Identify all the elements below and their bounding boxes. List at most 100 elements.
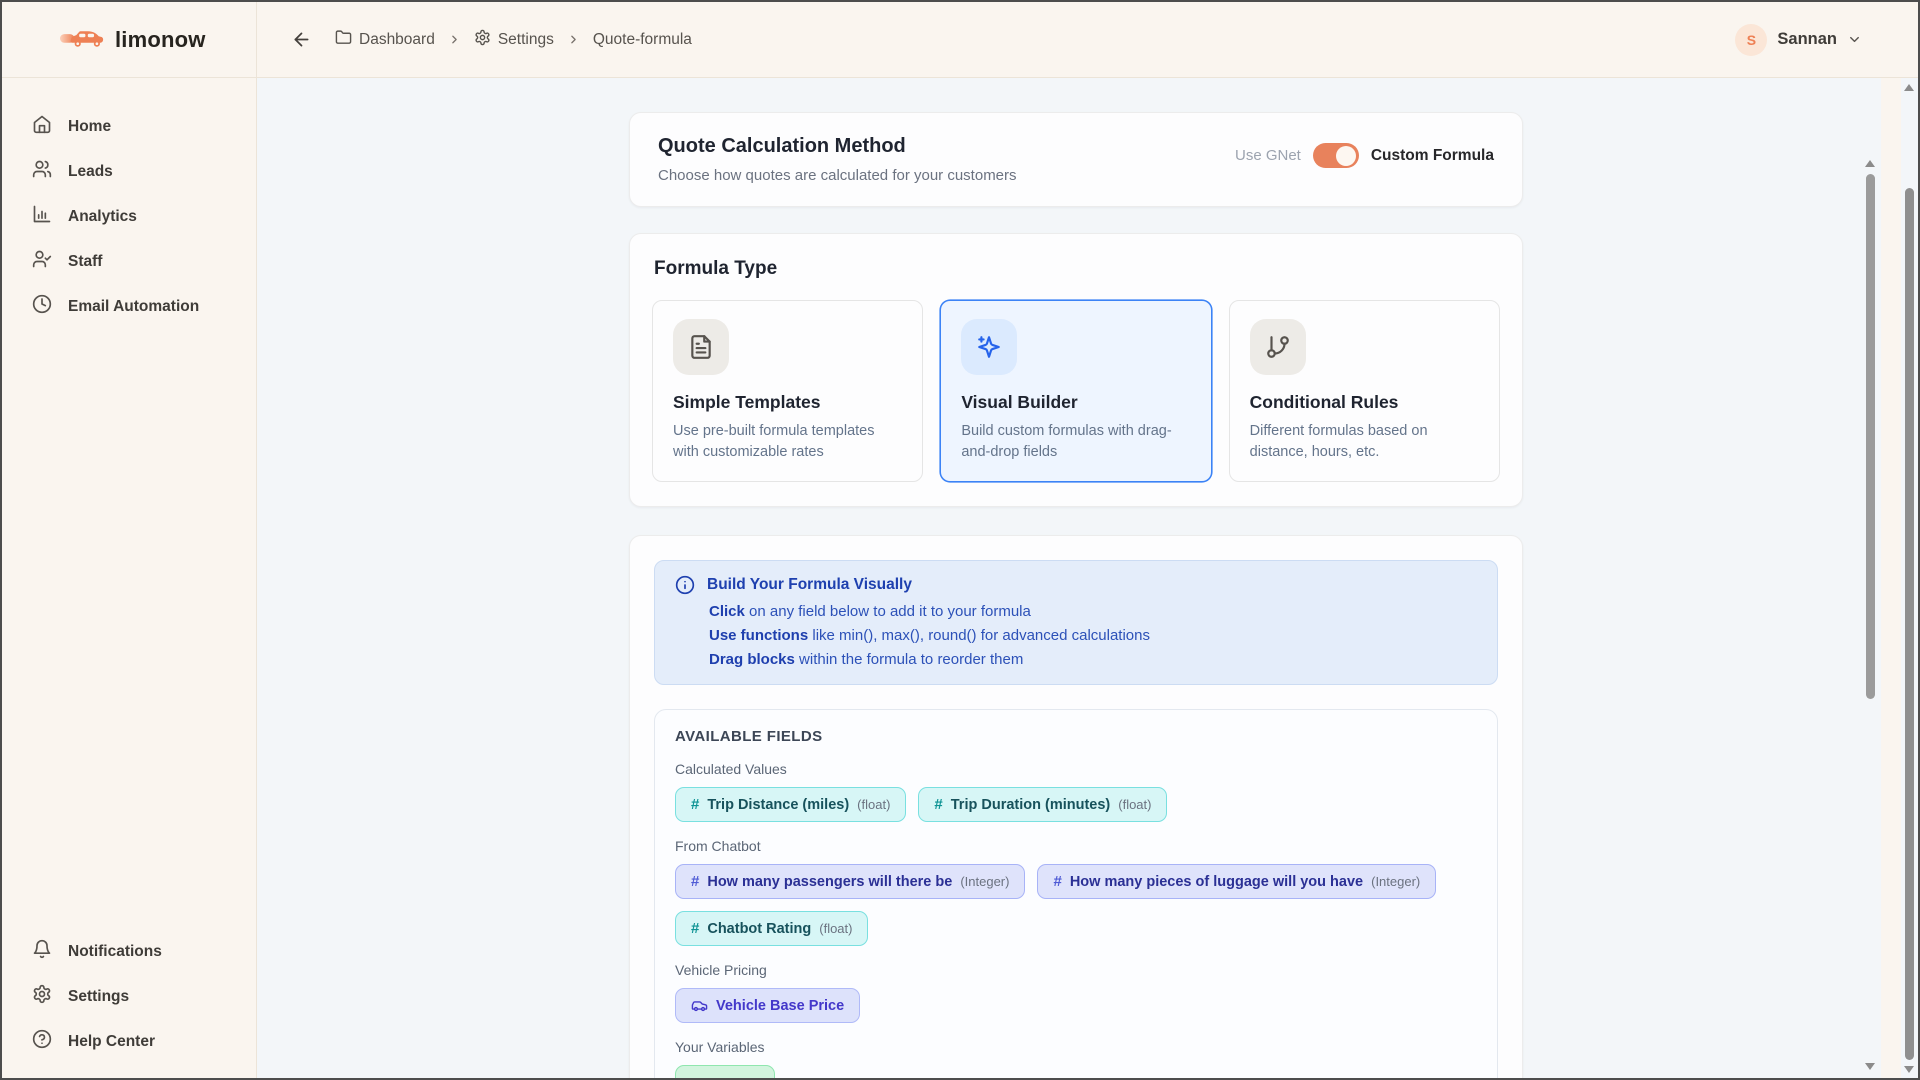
field-chip-luggage[interactable]: # How many pieces of luggage will you ha… [1037,864,1436,899]
option-name: Simple Templates [673,392,902,413]
chip-type: (float) [1118,797,1151,812]
quote-method-toggle[interactable] [1313,143,1359,168]
main-content: Quote Calculation Method Choose how quot… [257,78,1918,1078]
back-button[interactable] [291,29,312,50]
sidebar-item-home[interactable]: Home [2,104,256,149]
option-simple-templates[interactable]: Simple Templates Use pre-built formula t… [652,300,923,482]
field-chip-trip-duration[interactable]: # Trip Duration (minutes) (float) [918,787,1167,822]
file-text-icon [673,319,729,375]
folder-icon [335,29,352,51]
scroll-down-arrow-icon[interactable] [1865,1063,1875,1070]
breadcrumb-label: Dashboard [359,31,435,49]
builder-tip: Use functions like min(), max(), round()… [709,627,1477,644]
option-visual-builder[interactable]: Visual Builder Build custom formulas wit… [940,300,1211,482]
outer-scrollbar[interactable] [1901,82,1917,1075]
chip-type: (float) [857,797,890,812]
chip-label: Chatbot Rating [707,921,811,937]
brand: limonow [2,2,257,78]
quote-method-title: Quote Calculation Method [658,135,1017,158]
sidebar-item-settings[interactable]: Settings [2,974,256,1019]
field-chip-vehicle-base-price[interactable]: Vehicle Base Price [675,988,860,1023]
scroll-up-arrow-icon[interactable] [1904,84,1914,91]
git-branch-icon [1250,319,1306,375]
option-conditional-rules[interactable]: Conditional Rules Different formulas bas… [1229,300,1500,482]
sidebar-item-label: Analytics [68,208,137,226]
sidebar-footer: Notifications Settings Help Center [2,929,256,1064]
breadcrumb: Dashboard Settings Quote-formula [291,29,692,51]
option-name: Conditional Rules [1250,392,1479,413]
chevron-right-icon [567,33,580,46]
toggle-label-custom-formula: Custom Formula [1371,147,1494,165]
hash-icon: # [691,796,699,813]
tip-lead: Use functions [709,627,808,644]
tip-rest: like min(), max(), round() for advanced … [808,627,1150,644]
chip-label: Vehicle Base Price [716,998,844,1014]
inner-scrollbar[interactable] [1862,158,1878,1072]
scroll-down-arrow-icon[interactable] [1904,1066,1914,1073]
field-chip-trip-distance[interactable]: # Trip Distance (miles) (float) [675,787,906,822]
sidebar: Home Leads Analytics Staff Email Automat… [2,78,257,1078]
tip-rest: within the formula to reorder them [795,651,1023,668]
bar-chart-icon [32,204,52,229]
field-chip-passengers[interactable]: # How many passengers will there be (Int… [675,864,1025,899]
breadcrumb-dashboard[interactable]: Dashboard [335,29,435,51]
hash-icon: # [1053,873,1061,890]
option-desc: Build custom formulas with drag-and-drop… [961,421,1190,463]
tip-lead: Drag blocks [709,651,795,668]
outer-scrollbar-thumb[interactable] [1905,188,1914,1060]
home-icon [32,114,52,139]
chip-label: Trip Distance (miles) [707,797,849,813]
sidebar-item-label: Leads [68,163,113,181]
hash-icon: # [934,796,942,813]
visual-builder-card: Build Your Formula Visually Click on any… [629,535,1523,1078]
info-icon [675,575,695,595]
option-desc: Different formulas based on distance, ho… [1250,421,1479,463]
builder-tip: Click on any field below to add it to yo… [709,603,1477,620]
available-fields-panel: AVAILABLE FIELDS Calculated Values # Tri… [654,709,1498,1078]
user-check-icon [32,249,52,274]
sidebar-item-notifications[interactable]: Notifications [2,929,256,974]
builder-tip: Drag blocks within the formula to reorde… [709,651,1477,668]
field-chip-chatbot-rating[interactable]: # Chatbot Rating (float) [675,911,868,946]
chip-type: (float) [819,921,852,936]
sidebar-item-help-center[interactable]: Help Center [2,1019,256,1064]
sidebar-item-label: Settings [68,988,129,1006]
hash-icon: # [691,873,699,890]
limo-logo-icon [60,25,106,54]
field-chip-partial[interactable] [675,1065,775,1078]
sidebar-item-email-automation[interactable]: Email Automation [2,284,256,329]
car-icon [691,997,708,1014]
topbar: Dashboard Settings Quote-formula S Sanna… [257,2,1918,78]
users-icon [32,159,52,184]
group-label-your-variables: Your Variables [675,1039,1477,1055]
chevron-down-icon [1847,32,1862,47]
sidebar-item-label: Email Automation [68,298,199,316]
sidebar-item-analytics[interactable]: Analytics [2,194,256,239]
sidebar-item-staff[interactable]: Staff [2,239,256,284]
breadcrumb-label: Quote-formula [593,31,692,49]
breadcrumb-label: Settings [498,31,554,49]
group-label-vehicle-pricing: Vehicle Pricing [675,962,1477,978]
avatar: S [1735,24,1767,56]
gear-icon [32,984,52,1009]
scroll-up-arrow-icon[interactable] [1865,160,1875,167]
group-label-calculated-values: Calculated Values [675,761,1477,777]
builder-info-box: Build Your Formula Visually Click on any… [654,560,1498,685]
user-menu[interactable]: S Sannan [1735,24,1862,56]
clock-icon [32,294,52,319]
builder-info-title: Build Your Formula Visually [707,576,912,594]
inner-scrollbar-thumb[interactable] [1866,174,1875,699]
sidebar-item-label: Help Center [68,1033,155,1051]
tip-lead: Click [709,603,745,620]
chip-label: How many pieces of luggage will you have [1070,874,1363,890]
breadcrumb-settings[interactable]: Settings [474,29,554,51]
user-name: Sannan [1777,30,1837,49]
sparkles-icon [961,319,1017,375]
sidebar-item-leads[interactable]: Leads [2,149,256,194]
sidebar-item-label: Staff [68,253,102,271]
option-name: Visual Builder [961,392,1190,413]
tip-rest: on any field below to add it to your for… [745,603,1031,620]
right-gutter [1881,78,1901,1078]
toggle-label-use-gnet: Use GNet [1235,147,1301,164]
app-window: limonow Dashboard Settings [0,0,1920,1080]
